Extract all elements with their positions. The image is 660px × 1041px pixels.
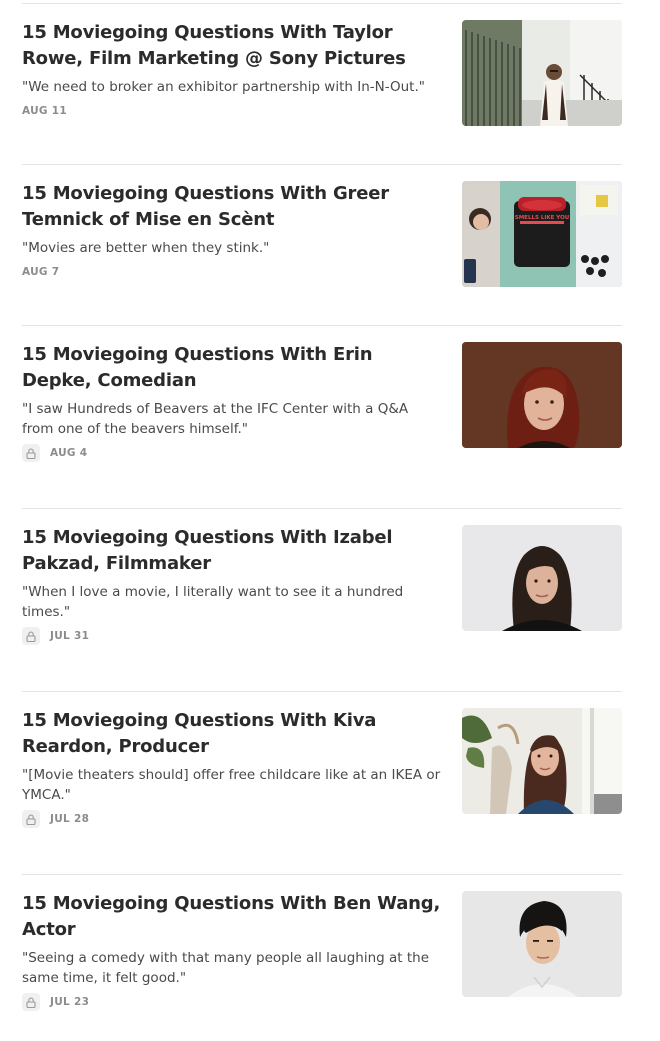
post-text: 15 Moviegoing Questions With Kiva Reardo…	[22, 708, 442, 828]
post-item[interactable]: 15 Moviegoing Questions With Kiva Reardo…	[22, 708, 622, 828]
post-date: JUL 28	[50, 813, 90, 825]
paywall-badge	[22, 993, 40, 1011]
paywall-badge	[22, 444, 40, 462]
divider	[22, 691, 622, 692]
thumbnail-image: SMELLS LIKE YOU	[462, 181, 622, 287]
post-title[interactable]: 15 Moviegoing Questions With Greer Temni…	[22, 181, 442, 233]
post-meta: AUG 4	[22, 444, 442, 462]
post-thumbnail[interactable]: SMELLS LIKE YOU	[462, 181, 622, 287]
divider	[22, 874, 622, 875]
post-subtitle: "Movies are better when they stink."	[22, 240, 270, 256]
post-text: 15 Moviegoing Questions With Izabel Pakz…	[22, 525, 442, 645]
lock-icon	[26, 631, 36, 642]
post-title[interactable]: 15 Moviegoing Questions With Kiva Reardo…	[22, 708, 442, 760]
post-meta: JUL 31	[22, 627, 442, 645]
post-thumbnail[interactable]	[462, 20, 622, 126]
post-subtitle: "Seeing a comedy with that many people a…	[22, 950, 430, 986]
post-title[interactable]: 15 Moviegoing Questions With Ben Wang, A…	[22, 891, 442, 943]
thumbnail-image	[462, 708, 622, 814]
post-item[interactable]: 15 Moviegoing Questions With Greer Temni…	[22, 181, 622, 291]
post-thumbnail[interactable]	[462, 708, 622, 814]
post-title[interactable]: 15 Moviegoing Questions With Erin Depke,…	[22, 342, 442, 394]
post-thumbnail[interactable]	[462, 891, 622, 997]
post-subtitle: "[Movie theaters should] offer free chil…	[22, 767, 441, 803]
post-item[interactable]: 15 Moviegoing Questions With Taylor Rowe…	[22, 20, 622, 130]
divider	[22, 325, 622, 326]
lock-icon	[26, 814, 36, 825]
paywall-badge	[22, 627, 40, 645]
post-meta: AUG 11	[22, 102, 442, 120]
post-subtitle: "When I love a movie, I literally want t…	[22, 584, 404, 620]
candle-label-text: SMELLS LIKE YOU	[515, 215, 570, 221]
divider	[22, 3, 622, 4]
post-subtitle: "I saw Hundreds of Beavers at the IFC Ce…	[22, 401, 409, 437]
post-meta: JUL 28	[22, 810, 442, 828]
lock-icon	[26, 448, 36, 459]
post-text: 15 Moviegoing Questions With Erin Depke,…	[22, 342, 442, 462]
post-title[interactable]: 15 Moviegoing Questions With Izabel Pakz…	[22, 525, 442, 577]
post-meta: JUL 23	[22, 993, 442, 1011]
thumbnail-image	[462, 20, 622, 126]
post-date: JUL 23	[50, 996, 90, 1008]
divider	[22, 508, 622, 509]
post-text: 15 Moviegoing Questions With Ben Wang, A…	[22, 891, 442, 1011]
post-date: AUG 7	[22, 266, 60, 278]
post-thumbnail[interactable]	[462, 525, 622, 631]
thumbnail-image	[462, 525, 622, 631]
post-date: AUG 11	[22, 105, 68, 117]
paywall-badge	[22, 810, 40, 828]
post-meta: AUG 7	[22, 263, 442, 281]
post-date: AUG 4	[50, 447, 88, 459]
divider	[22, 164, 622, 165]
post-date: JUL 31	[50, 630, 90, 642]
post-item[interactable]: 15 Moviegoing Questions With Ben Wang, A…	[22, 891, 622, 1011]
post-subtitle: "We need to broker an exhibitor partners…	[22, 79, 425, 95]
post-item[interactable]: 15 Moviegoing Questions With Erin Depke,…	[22, 342, 622, 462]
post-title[interactable]: 15 Moviegoing Questions With Taylor Rowe…	[22, 20, 442, 72]
thumbnail-image	[462, 891, 622, 997]
lock-icon	[26, 997, 36, 1008]
post-text: 15 Moviegoing Questions With Taylor Rowe…	[22, 20, 442, 120]
post-thumbnail[interactable]	[462, 342, 622, 448]
post-item[interactable]: 15 Moviegoing Questions With Izabel Pakz…	[22, 525, 622, 645]
thumbnail-image	[462, 342, 622, 448]
post-text: 15 Moviegoing Questions With Greer Temni…	[22, 181, 442, 281]
